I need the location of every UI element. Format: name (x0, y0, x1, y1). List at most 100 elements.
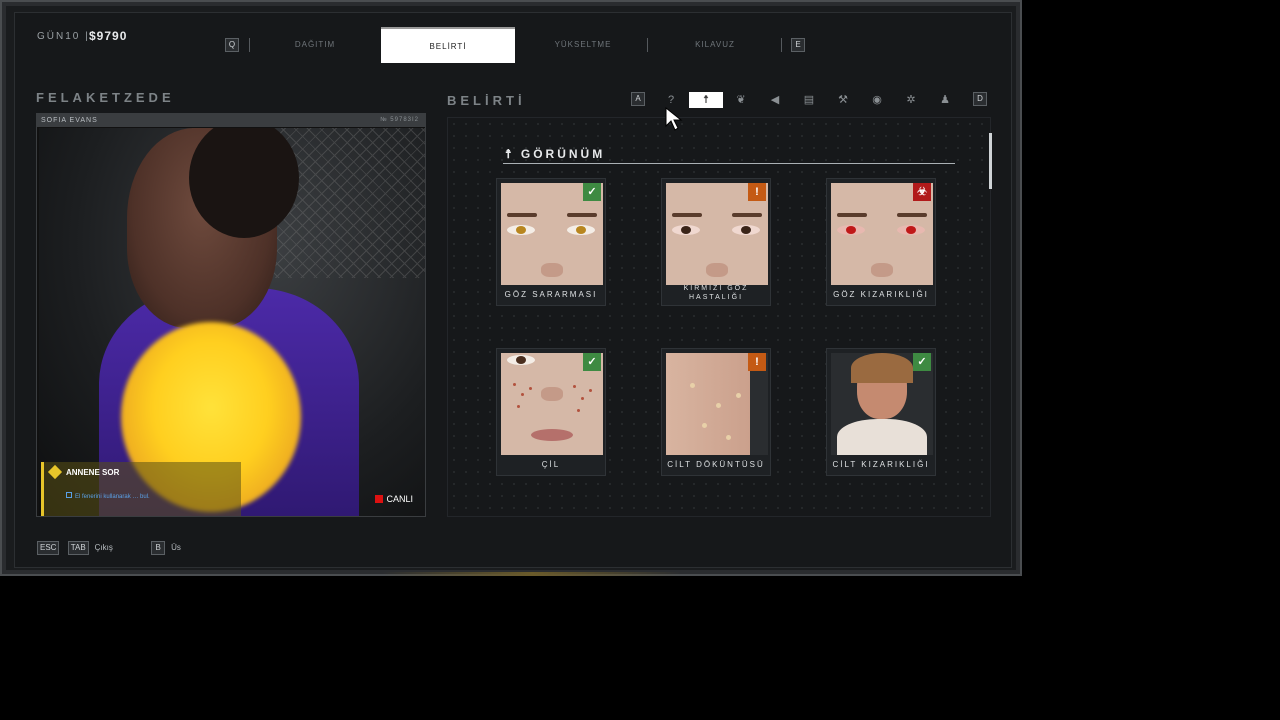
divider (781, 38, 782, 52)
person-icon[interactable]: ♟ (937, 92, 953, 108)
nose (541, 387, 563, 401)
rash-spot (690, 383, 695, 388)
symptom-label: ÇİL (541, 459, 561, 469)
victim-camera-panel: SOFIA EVANS № 59783I2 ANNENE SOR El fene… (36, 113, 426, 517)
objective-box: ANNENE SOR El fenerini kullanarak … bul. (41, 462, 241, 516)
next-category-key[interactable]: D (973, 92, 987, 106)
brow (672, 213, 702, 217)
mouse-cursor-icon (665, 106, 683, 131)
symptom-section-title: BELİRTİ (447, 93, 526, 108)
freckle (513, 383, 516, 386)
tab-yukseltme[interactable]: YÜKSELTME (523, 27, 643, 63)
shoulders (837, 419, 927, 455)
lungs-icon[interactable]: ❦ (733, 92, 749, 108)
scrollbar[interactable] (989, 133, 992, 189)
warning-icon: ! (748, 353, 766, 371)
symptom-card-cil[interactable]: ✓ ÇİL (496, 348, 606, 476)
rash-spot (702, 423, 707, 428)
eye (567, 225, 595, 235)
record-dot-icon (375, 495, 384, 503)
iris (681, 226, 691, 234)
victim-name: SOFIA EVANS (41, 117, 98, 124)
shield-check-icon: ✓ (913, 353, 931, 371)
prev-tab-key[interactable]: Q (225, 38, 239, 52)
eye-icon[interactable]: ◉ (869, 92, 885, 108)
hair (851, 353, 913, 383)
symptom-card-goz-kizarikligi[interactable]: ☣ GÖZ KIZARIKLIĞI (826, 178, 936, 306)
victim-name-bar: SOFIA EVANS № 59783I2 (37, 114, 425, 127)
symptom-label: GÖZ SARARMASI (504, 289, 598, 299)
nose (706, 263, 728, 277)
brain-icon[interactable]: ✲ (903, 92, 919, 108)
objective-title: ANNENE SOR (66, 468, 120, 477)
brow (732, 213, 762, 217)
freckle (573, 385, 576, 388)
symptom-card-kirmizi-goz[interactable]: ! KIRMIZI GÖZ HASTALIĞI (661, 178, 771, 306)
eye (897, 225, 925, 235)
victim-section-title: FELAKETZEDE (36, 90, 175, 105)
symptom-label: GÖZ KIZARIKLIĞI (833, 289, 929, 299)
control-hints: ESC TAB Çıkış B Üs (37, 541, 187, 555)
symptom-label: CİLT KIZARIKLIĞI (832, 459, 930, 469)
lips (531, 429, 573, 441)
base-label: Üs (171, 543, 181, 552)
shield-check-icon: ✓ (583, 353, 601, 371)
freckle (529, 387, 532, 390)
brow (837, 213, 867, 217)
rash-spot (716, 403, 721, 408)
divider (249, 38, 250, 52)
brow (507, 213, 537, 217)
base-key[interactable]: B (151, 541, 166, 555)
iris (846, 226, 856, 234)
group-title-label: GÖRÜNÜM (520, 147, 606, 161)
rash-spot (726, 435, 731, 440)
eye (672, 225, 700, 235)
top-bar: GÜN10 | $9790 Q DAĞITIM BELİRTİ YÜKSELTM… (15, 13, 1011, 73)
divider (647, 38, 648, 52)
iris (516, 226, 526, 234)
rash-spot (736, 393, 741, 398)
stomach-icon[interactable]: ▤ (801, 92, 817, 108)
money-display: $9790 (89, 29, 128, 43)
eye (507, 225, 535, 235)
tab-belirti[interactable]: BELİRTİ (381, 27, 515, 63)
symptom-card-goz-sararmasi[interactable]: ✓ GÖZ SARARMASI (496, 178, 606, 306)
shield-check-icon: ✓ (583, 183, 601, 201)
symptom-label: CİLT DÖKÜNTÜSÜ (667, 459, 765, 469)
eye (732, 225, 760, 235)
iris (906, 226, 916, 234)
prev-category-key[interactable]: A (631, 92, 645, 106)
symptom-card-cilt-kizarikligi[interactable]: ✓ CİLT KIZARIKLIĞI (826, 348, 936, 476)
tab-dagitim[interactable]: DAĞITIM (255, 27, 375, 63)
objective-diamond-icon (47, 464, 63, 480)
victim-id: № 59783I2 (380, 117, 419, 123)
freckle (521, 393, 524, 396)
freckle (577, 409, 580, 412)
nose (871, 263, 893, 277)
ear-icon[interactable]: ◀ (767, 92, 783, 108)
checkbox-icon (66, 492, 72, 498)
objective-text-label: El fenerini kullanarak … bul. (75, 494, 150, 500)
live-label: CANLI (386, 494, 413, 504)
tab-kilavuz[interactable]: KILAVUZ (655, 27, 775, 63)
warning-icon: ! (748, 183, 766, 201)
brow (897, 213, 927, 217)
objective-text: El fenerini kullanarak … bul. (66, 492, 196, 501)
day-counter: GÜN10 | (37, 31, 90, 42)
hammer-icon[interactable]: ⚒ (835, 92, 851, 108)
esc-key[interactable]: ESC (37, 541, 60, 555)
freckle (589, 389, 592, 392)
next-tab-key[interactable]: E (791, 38, 805, 52)
symptom-card-cilt-dokuntusu[interactable]: ! CİLT DÖKÜNTÜSÜ (661, 348, 771, 476)
biohazard-icon: ☣ (913, 183, 931, 201)
body-icon: ☨ (505, 147, 521, 161)
live-camera-feed: ANNENE SOR El fenerini kullanarak … bul.… (39, 128, 425, 516)
eye (507, 355, 535, 365)
exit-key[interactable]: TAB (67, 541, 89, 555)
game-window: GÜN10 | $9790 Q DAĞITIM BELİRTİ YÜKSELTM… (0, 0, 1022, 576)
group-title: ☨ GÖRÜNÜM (505, 147, 605, 161)
exit-label: Çıkış (94, 543, 113, 552)
body-icon[interactable]: ☨ (689, 92, 723, 108)
nose (541, 263, 563, 277)
brow (567, 213, 597, 217)
